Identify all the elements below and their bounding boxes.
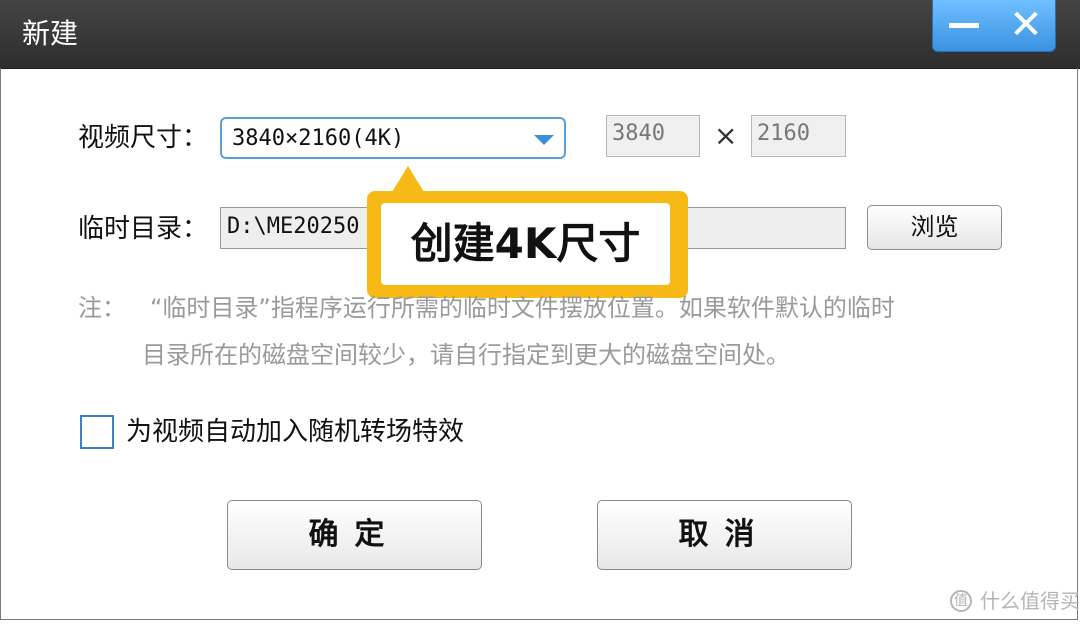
callout-pointer bbox=[392, 166, 424, 192]
close-button[interactable]: ✕ bbox=[995, 0, 1057, 52]
watermark-icon: 值 bbox=[950, 590, 972, 612]
height-field[interactable]: 2160 bbox=[751, 115, 846, 157]
window-controls: ✕ bbox=[932, 0, 1056, 52]
note-line-1: “临时目录”指程序运行所需的临时文件摆放位置。如果软件默认的临时 bbox=[150, 294, 895, 322]
close-icon: ✕ bbox=[1009, 2, 1043, 48]
random-transition-checkbox[interactable] bbox=[80, 415, 114, 449]
callout-text: 创建4K尺寸 bbox=[410, 219, 641, 268]
note-prefix: 注： bbox=[78, 294, 126, 322]
window-title: 新建 bbox=[22, 17, 79, 50]
minimize-icon bbox=[949, 23, 979, 28]
video-size-select[interactable]: 3840×2160(4K) bbox=[220, 117, 566, 159]
note-line-2: 目录所在的磁盘空间较少，请自行指定到更大的磁盘空间处。 bbox=[142, 341, 790, 369]
watermark-text: 什么值得买 bbox=[980, 589, 1080, 613]
dropdown-arrow-icon bbox=[534, 135, 554, 145]
temp-dir-label: 临时目录： bbox=[78, 214, 209, 244]
cancel-button[interactable]: 取消 bbox=[597, 500, 852, 570]
minimize-button[interactable] bbox=[933, 0, 995, 52]
video-size-selected-value: 3840×2160(4K) bbox=[232, 126, 405, 151]
browse-button[interactable]: 浏览 bbox=[867, 205, 1002, 250]
ok-button[interactable]: 确定 bbox=[227, 500, 482, 570]
video-size-label: 视频尺寸： bbox=[78, 123, 209, 153]
title-bar: 新建 ✕ bbox=[0, 0, 1080, 69]
random-transition-label: 为视频自动加入随机转场特效 bbox=[126, 417, 465, 447]
width-field[interactable]: 3840 bbox=[606, 115, 700, 157]
times-sign: × bbox=[714, 119, 738, 152]
